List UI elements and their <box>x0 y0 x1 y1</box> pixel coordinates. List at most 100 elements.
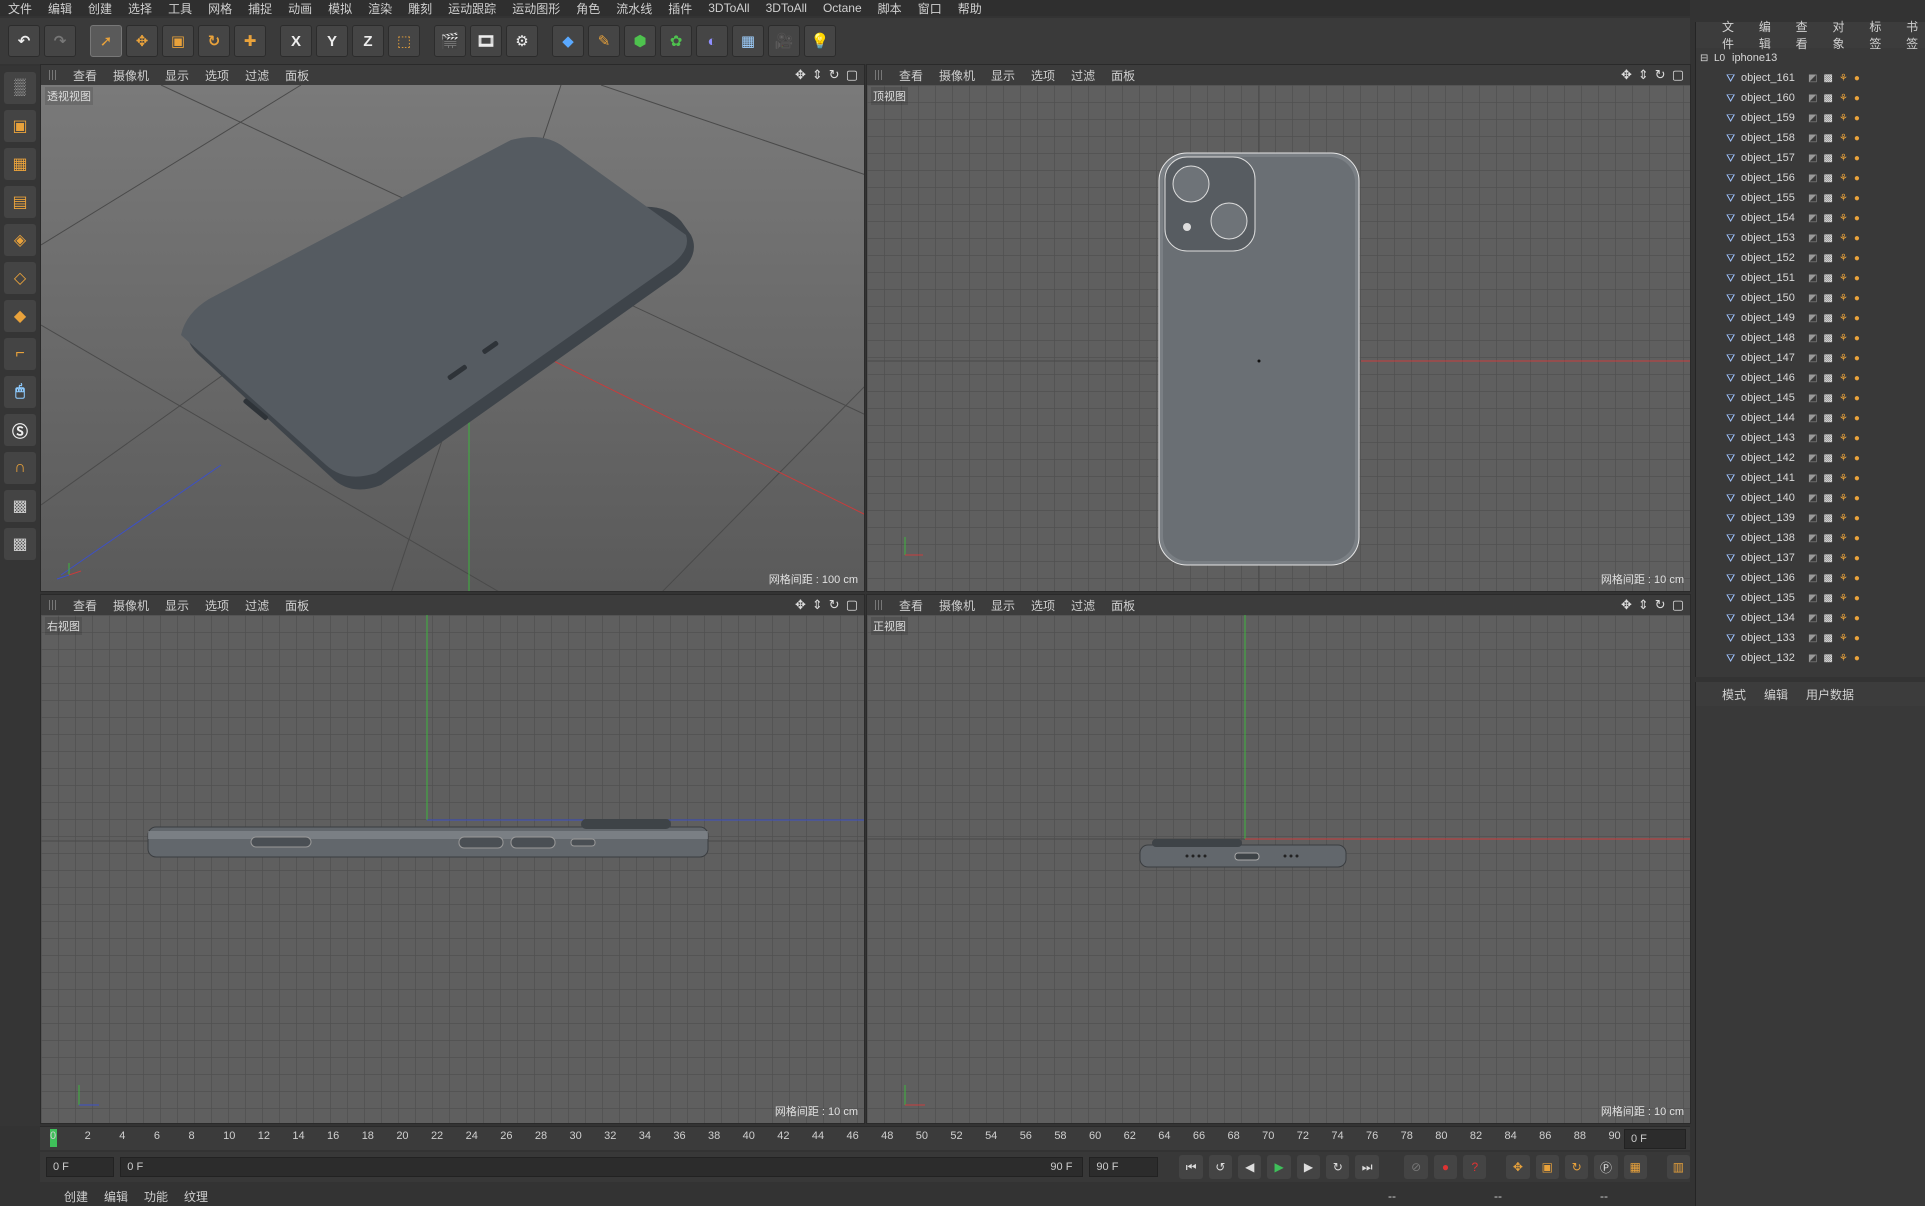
viewport-right[interactable]: 查看 摄像机 显示 选项 过滤 面板 ✥ ⇕ ↻ ▢ 右视图 网格间距: 10… <box>40 594 865 1124</box>
viewport-canvas[interactable] <box>41 615 864 1123</box>
texture-tag-icon[interactable]: ▩ <box>1823 293 1832 304</box>
next-frame-icon[interactable]: ▶ <box>1296 1155 1321 1179</box>
texture-tag-icon[interactable]: ▩ <box>1823 393 1832 404</box>
dolly-icon[interactable]: ⇕ <box>1638 67 1649 83</box>
object-row[interactable]: ⛛ object_132 ◩ ▩ ⚘ ● <box>1696 648 1925 668</box>
object-name[interactable]: object_152 <box>1741 252 1795 264</box>
menu-item[interactable]: 3DToAll <box>766 1 807 15</box>
om-tab[interactable]: 标签 <box>1869 18 1888 52</box>
vp-menu-filter[interactable]: 过滤 <box>1071 597 1095 614</box>
phong-tag-icon[interactable]: ⚘ <box>1839 113 1848 124</box>
object-row[interactable]: ⛛ object_150 ◩ ▩ ⚘ ● <box>1696 288 1925 308</box>
menu-item[interactable]: 雕刻 <box>408 0 432 17</box>
vp-menu-panel[interactable]: 面板 <box>285 67 309 84</box>
viewport-canvas[interactable] <box>867 85 1690 591</box>
material-tag-icon[interactable]: ● <box>1854 113 1860 124</box>
phong-tag-icon[interactable]: ⚘ <box>1839 553 1848 564</box>
phong-tag-icon[interactable]: ⚘ <box>1839 213 1848 224</box>
timeline-ruler[interactable]: 0 F 0 2 4 6 8 10 12 14 16 18 20 22 24 26 28 30 32 34 36 38 4… <box>40 1126 1690 1150</box>
material-tag-icon[interactable]: ● <box>1854 653 1860 664</box>
object-name[interactable]: object_132 <box>1741 652 1795 664</box>
object-name[interactable]: object_148 <box>1741 332 1795 344</box>
texture-mode-icon[interactable]: ▦ <box>4 148 36 180</box>
visibility-icon[interactable]: ◩ <box>1808 513 1817 524</box>
texture-tag-icon[interactable]: ▩ <box>1823 193 1832 204</box>
menu-item[interactable]: 模拟 <box>328 0 352 17</box>
maximize-icon[interactable]: ▢ <box>846 597 858 613</box>
dolly-icon[interactable]: ⇕ <box>812 67 823 83</box>
dolly-icon[interactable]: ⇕ <box>1638 597 1649 613</box>
tree-root[interactable]: ⊟ L0 iphone13 <box>1696 48 1925 68</box>
phong-tag-icon[interactable]: ⚘ <box>1839 393 1848 404</box>
phong-tag-icon[interactable]: ⚘ <box>1839 273 1848 284</box>
object-name[interactable]: object_138 <box>1741 532 1795 544</box>
viewport-front[interactable]: 查看 摄像机 显示 选项 过滤 面板 ✥ ⇕ ↻ ▢ 正视图 网格间距: 10… <box>866 594 1691 1124</box>
texture-tag-icon[interactable]: ▩ <box>1823 173 1832 184</box>
vp-menu-view[interactable]: 查看 <box>73 597 97 614</box>
visibility-icon[interactable]: ◩ <box>1808 73 1817 84</box>
object-name[interactable]: object_149 <box>1741 312 1795 324</box>
render-settings-icon[interactable]: ⚙ <box>506 25 538 57</box>
menu-item[interactable]: 脚本 <box>878 0 902 17</box>
coord-system-icon[interactable]: ⬚ <box>388 25 420 57</box>
vp-menu-panel[interactable]: 面板 <box>285 597 309 614</box>
object-name[interactable]: object_140 <box>1741 492 1795 504</box>
texture-tag-icon[interactable]: ▩ <box>1823 373 1832 384</box>
viewport-perspective[interactable]: 查看 摄像机 显示 选项 过滤 面板 ✥ ⇕ ↻ ▢ 透视视图 网格间距: 1… <box>40 64 865 592</box>
bottom-tab-create[interactable]: 创建 <box>64 1188 88 1205</box>
phong-tag-icon[interactable]: ⚘ <box>1839 373 1848 384</box>
attr-tab-mode[interactable]: 模式 <box>1722 686 1746 703</box>
texture-tag-icon[interactable]: ▩ <box>1823 553 1832 564</box>
viewport-top[interactable]: 查看 摄像机 显示 选项 过滤 面板 ✥ ⇕ ↻ ▢ 顶视图 网格间距: 10… <box>866 64 1691 592</box>
attr-tab-edit[interactable]: 编辑 <box>1764 686 1788 703</box>
render-icon[interactable]: 🎞 <box>470 25 502 57</box>
menu-item[interactable]: 运动图形 <box>512 0 560 17</box>
timeline-layout-icon[interactable]: ▥ <box>1666 1155 1691 1179</box>
object-row[interactable]: ⛛ object_154 ◩ ▩ ⚘ ● <box>1696 208 1925 228</box>
axis-x-button[interactable]: X <box>280 25 312 57</box>
object-row[interactable]: ⛛ object_152 ◩ ▩ ⚘ ● <box>1696 248 1925 268</box>
object-row[interactable]: ⛛ object_151 ◩ ▩ ⚘ ● <box>1696 268 1925 288</box>
axis-z-button[interactable]: Z <box>352 25 384 57</box>
visibility-icon[interactable]: ◩ <box>1808 473 1817 484</box>
menu-item[interactable]: 帮助 <box>958 0 982 17</box>
key-param-icon[interactable]: Ⓟ <box>1594 1155 1618 1179</box>
model-mode-icon[interactable]: ▣ <box>4 110 36 142</box>
material-tag-icon[interactable]: ● <box>1854 413 1860 424</box>
visibility-icon[interactable]: ◩ <box>1808 233 1817 244</box>
play-icon[interactable]: ▶ <box>1267 1155 1291 1179</box>
key-position-icon[interactable]: ✥ <box>1506 1155 1530 1179</box>
vp-menu-display[interactable]: 显示 <box>991 67 1015 84</box>
menu-item[interactable]: 动画 <box>288 0 312 17</box>
phong-tag-icon[interactable]: ⚘ <box>1839 293 1848 304</box>
visibility-icon[interactable]: ◩ <box>1808 173 1817 184</box>
material-tag-icon[interactable]: ● <box>1854 533 1860 544</box>
pan-icon[interactable]: ✥ <box>1621 67 1632 83</box>
material-tag-icon[interactable]: ● <box>1854 293 1860 304</box>
object-name[interactable]: object_160 <box>1741 92 1795 104</box>
menu-item[interactable]: Octane <box>823 1 862 15</box>
phone-model[interactable] <box>181 136 694 490</box>
visibility-icon[interactable]: ◩ <box>1808 533 1817 544</box>
om-tab[interactable]: 文件 <box>1722 18 1741 52</box>
object-row[interactable]: ⛛ object_141 ◩ ▩ ⚘ ● <box>1696 468 1925 488</box>
deformer-icon[interactable]: ◐ <box>696 25 728 57</box>
key-pla-icon[interactable]: ▦ <box>1623 1155 1647 1179</box>
move-icon[interactable]: ✥ <box>126 25 158 57</box>
material-tag-icon[interactable]: ● <box>1854 133 1860 144</box>
om-tab[interactable]: 编辑 <box>1759 18 1778 52</box>
texture-tag-icon[interactable]: ▩ <box>1823 233 1832 244</box>
tweak-icon[interactable]: 🖱 <box>4 376 36 408</box>
visibility-icon[interactable]: ◩ <box>1808 133 1817 144</box>
phong-tag-icon[interactable]: ⚘ <box>1839 533 1848 544</box>
phong-tag-icon[interactable]: ⚘ <box>1839 433 1848 444</box>
menu-item[interactable]: 网格 <box>208 0 232 17</box>
axis-y-button[interactable]: Y <box>316 25 348 57</box>
menu-item[interactable]: 角色 <box>576 0 600 17</box>
phong-tag-icon[interactable]: ⚘ <box>1839 613 1848 624</box>
phong-tag-icon[interactable]: ⚘ <box>1839 193 1848 204</box>
texture-tag-icon[interactable]: ▩ <box>1823 113 1832 124</box>
phong-tag-icon[interactable]: ⚘ <box>1839 253 1848 264</box>
vp-menu-options[interactable]: 选项 <box>1031 597 1055 614</box>
vp-menu-camera[interactable]: 摄像机 <box>113 597 149 614</box>
